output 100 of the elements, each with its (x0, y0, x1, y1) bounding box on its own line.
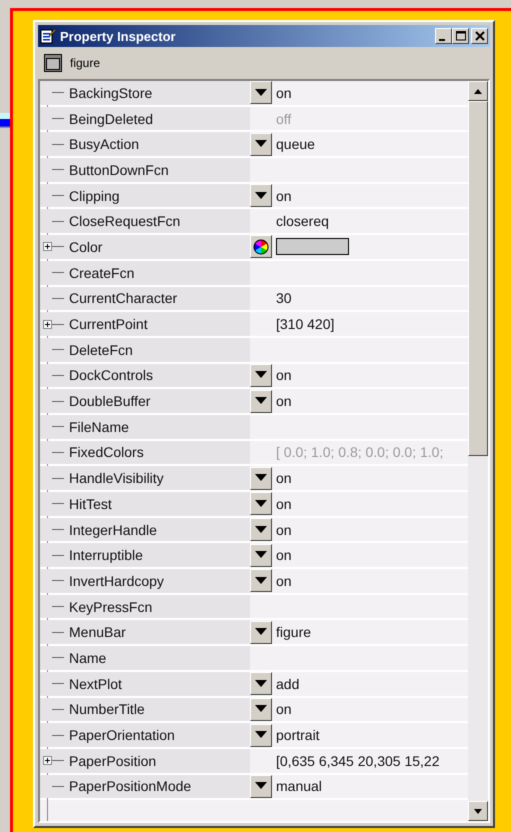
caret-icon (255, 576, 267, 585)
dropdown-button[interactable] (250, 390, 272, 413)
down-arrow-icon (474, 808, 482, 814)
property-name: BackingStore (69, 84, 152, 101)
property-name: CurrentCharacter (69, 290, 178, 306)
maximize-button[interactable] (452, 28, 469, 44)
dropdown-button[interactable] (250, 466, 272, 490)
caret-icon (255, 680, 267, 688)
property-name: PaperPosition (69, 752, 156, 769)
dropdown-button[interactable] (250, 81, 272, 104)
dropdown-button[interactable] (250, 492, 272, 516)
dropdown-button[interactable] (250, 518, 272, 542)
property-value: off (276, 110, 292, 127)
property-name: DoubleBuffer (69, 393, 150, 410)
property-name: DeleteFcn (69, 342, 133, 358)
property-value: on (276, 84, 292, 101)
close-button[interactable] (471, 28, 488, 44)
expand-icon[interactable] (43, 242, 52, 252)
property-name: CloseRequestFcn (69, 213, 180, 230)
property-value: on (276, 496, 292, 512)
caret-icon (255, 551, 267, 560)
property-value: on (276, 522, 292, 538)
close-icon (474, 31, 484, 41)
dropdown-button[interactable] (250, 184, 272, 208)
property-name: PaperPositionMode (69, 778, 192, 794)
caret-icon (255, 397, 267, 406)
property-name: Interruptible (69, 547, 143, 564)
window-title: Property Inspector (60, 28, 177, 44)
property-name: ButtonDownFcn (69, 162, 169, 178)
property-name: Color (69, 238, 102, 255)
property-value: portrait (276, 727, 320, 744)
property-name: BusyAction (69, 136, 140, 152)
dropdown-button[interactable] (250, 364, 272, 387)
property-name: FixedColors (69, 444, 144, 460)
property-name: HitTest (69, 496, 112, 512)
up-arrow-icon (474, 88, 482, 94)
property-value: [0,635 6,345 20,305 15,22 (276, 752, 440, 769)
property-value: on (276, 188, 292, 204)
scroll-down-button[interactable] (468, 801, 488, 821)
caret-icon (255, 628, 267, 636)
document-pen-icon (40, 28, 56, 44)
property-value: on (276, 701, 292, 718)
property-value: on (276, 572, 292, 589)
property-value: manual (276, 778, 322, 794)
dropdown-button[interactable] (250, 698, 272, 721)
scroll-up-button[interactable] (468, 81, 488, 101)
property-value: queue (276, 136, 315, 152)
caret-icon (255, 474, 267, 482)
minimize-icon (439, 38, 445, 40)
scroll-thumb[interactable] (468, 101, 488, 456)
color-wheel-icon (253, 238, 269, 255)
property-name: KeyPressFcn (69, 598, 152, 615)
property-name: Name (69, 650, 106, 666)
property-name: InvertHardcopy (69, 572, 164, 589)
property-name: PaperOrientation (69, 727, 175, 744)
property-name: MenuBar (69, 624, 126, 640)
property-name: DockControls (69, 367, 154, 384)
maximize-icon (456, 31, 466, 41)
property-value: on (276, 393, 292, 410)
caret-icon (255, 782, 267, 790)
property-name: NumberTitle (69, 701, 145, 718)
property-value: on (276, 547, 292, 564)
dropdown-button[interactable] (250, 724, 272, 747)
color-picker-button[interactable] (250, 235, 272, 258)
dropdown-button[interactable] (250, 132, 272, 156)
caret-icon (255, 371, 267, 380)
property-value: add (276, 676, 300, 692)
property-value: 30 (276, 290, 292, 306)
property-value: on (276, 470, 292, 486)
object-label: figure (70, 56, 100, 70)
caret-icon (255, 500, 267, 508)
dropdown-button[interactable] (250, 672, 272, 696)
property-value: on (276, 367, 292, 384)
property-name: NextPlot (69, 676, 122, 692)
dropdown-button[interactable] (250, 774, 272, 798)
minimize-button[interactable] (435, 28, 452, 44)
property-name: IntegerHandle (69, 522, 157, 538)
caret-icon (255, 731, 267, 740)
property-value: figure (276, 624, 312, 640)
property-name: CreateFcn (69, 264, 134, 281)
property-name: HandleVisibility (69, 470, 164, 486)
property-name: BeingDeleted (69, 110, 154, 127)
dropdown-button[interactable] (250, 544, 272, 567)
caret-icon (255, 526, 267, 534)
caret-icon (255, 705, 267, 714)
caret-icon (255, 140, 267, 148)
dropdown-button[interactable] (250, 620, 272, 644)
expand-icon[interactable] (43, 756, 52, 766)
expand-icon[interactable] (43, 320, 52, 329)
caret-icon (255, 88, 267, 97)
scrollbar[interactable] (468, 81, 488, 821)
property-name: CurrentPoint (69, 316, 148, 332)
property-name: Clipping (69, 188, 120, 204)
dropdown-button[interactable] (250, 569, 272, 592)
window-icon (44, 54, 62, 72)
caret-icon (255, 192, 267, 200)
color-swatch[interactable] (276, 238, 349, 256)
background-window-edge (0, 113, 10, 128)
property-value: [310 420] (276, 316, 334, 332)
property-name: FileName (69, 418, 129, 435)
